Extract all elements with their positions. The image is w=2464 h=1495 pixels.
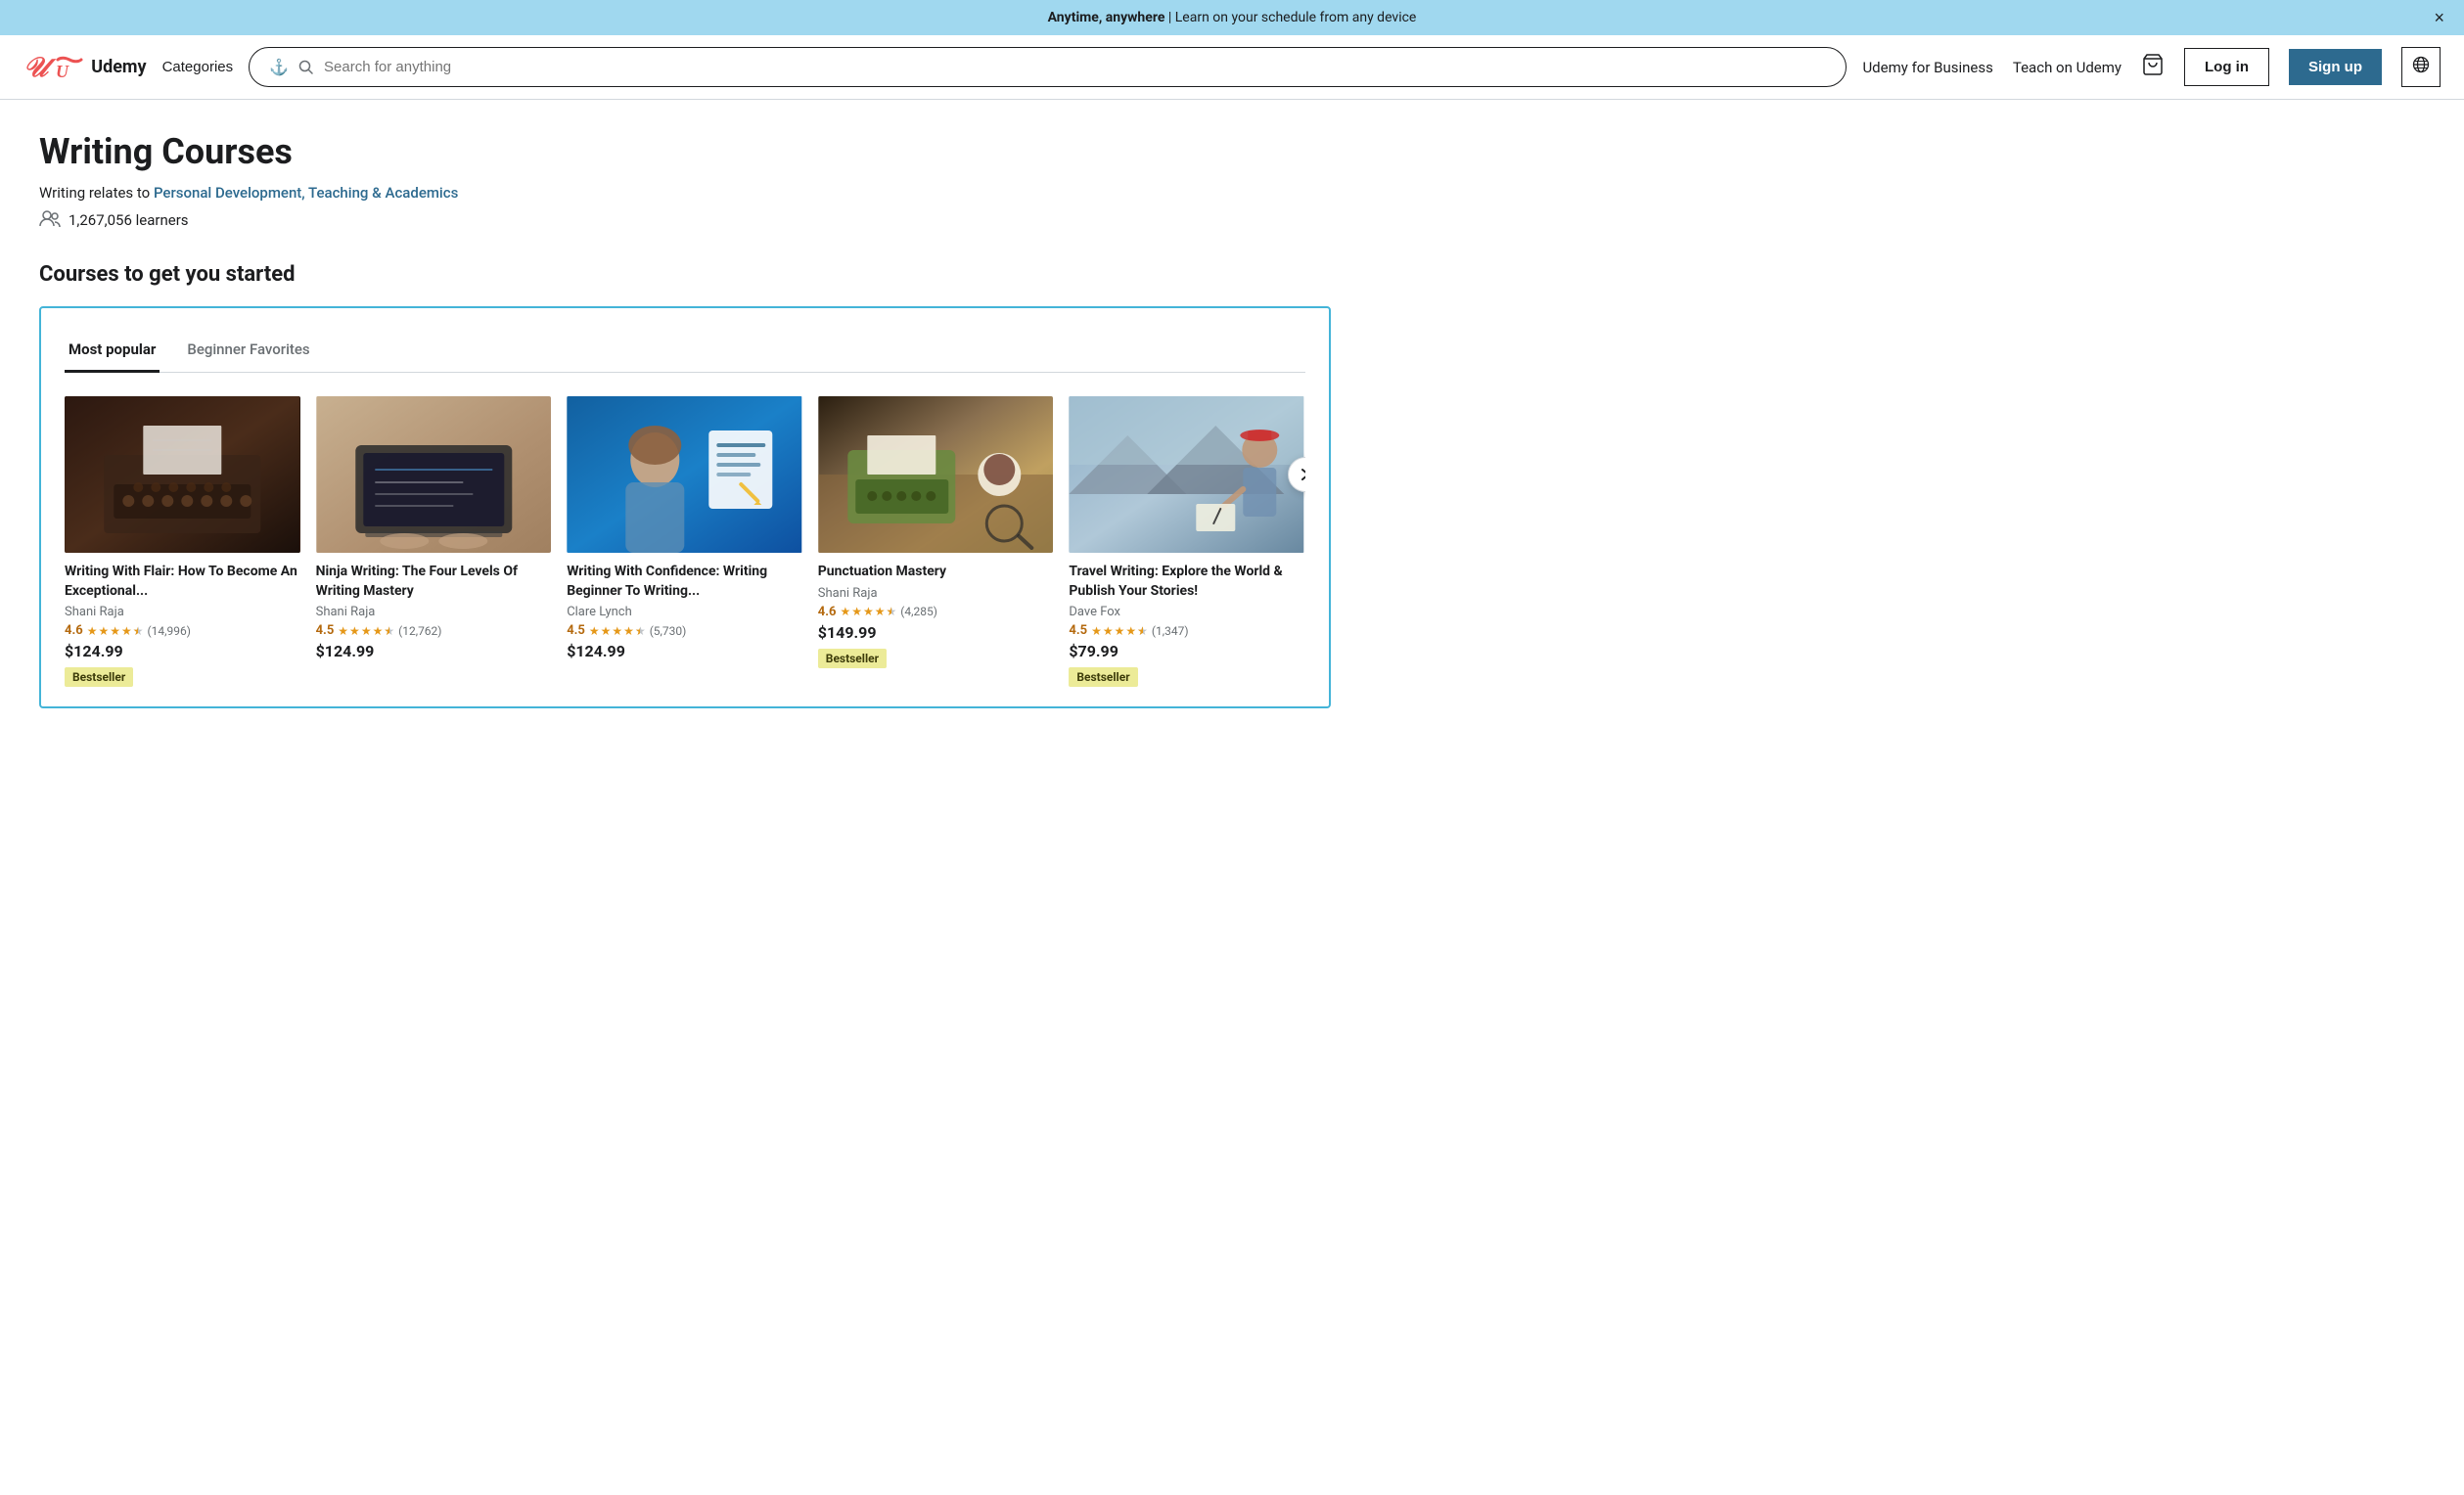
rating-num-5: 4.5 <box>1069 623 1087 638</box>
price-4: $149.99 <box>818 623 1054 642</box>
tab-beginner-favorites[interactable]: Beginner Favorites <box>183 329 313 373</box>
price-2: $124.99 <box>316 642 552 660</box>
logo[interactable]: 𝒰 U Udemy <box>23 52 147 83</box>
course-card-1[interactable]: Writing With Flair: How To Become An Exc… <box>65 396 300 687</box>
course-thumb-4 <box>818 396 1054 553</box>
stars-1: ★★★★★★ <box>87 624 144 638</box>
learners-icon <box>39 209 61 231</box>
rating-row-5: 4.5 ★★★★★★ (1,347) <box>1069 623 1304 638</box>
banner-normal: | Learn on your schedule from any device <box>1168 10 1416 25</box>
search-input[interactable] <box>324 59 1826 75</box>
rating-num-2: 4.5 <box>316 623 335 638</box>
signup-button[interactable]: Sign up <box>2289 49 2382 85</box>
course-title-5: Travel Writing: Explore the World & Publ… <box>1069 563 1304 601</box>
udemy-logo-icon: 𝒰 <box>23 54 48 81</box>
course-title-3: Writing With Confidence: Writing Beginne… <box>567 563 802 601</box>
review-count-5: (1,347) <box>1152 624 1189 638</box>
course-title-1: Writing With Flair: How To Become An Exc… <box>65 563 300 601</box>
banner-bold: Anytime, anywhere <box>1048 10 1165 25</box>
search-icon: ⚓ <box>269 58 289 76</box>
course-thumb-1 <box>65 396 300 553</box>
review-count-3: (5,730) <box>650 624 687 638</box>
stars-5: ★★★★★★ <box>1091 624 1148 638</box>
cart-icon[interactable] <box>2141 53 2165 82</box>
bestseller-badge-1: Bestseller <box>65 667 133 687</box>
banner-text: Anytime, anywhere | Learn on your schedu… <box>1048 10 1417 25</box>
learners-count: 1,267,056 learners <box>68 211 189 229</box>
course-author-2: Shani Raja <box>316 605 552 619</box>
rating-row-3: 4.5 ★★★★★★ (5,730) <box>567 623 802 638</box>
learners-row: 1,267,056 learners <box>39 209 1331 231</box>
rating-row-1: 4.6 ★★★★★★ (14,996) <box>65 623 300 638</box>
stars-4: ★★★★★★ <box>840 605 896 618</box>
courses-grid: Writing With Flair: How To Become An Exc… <box>65 396 1305 687</box>
course-title-4: Punctuation Mastery <box>818 563 1054 582</box>
course-author-3: Clare Lynch <box>567 605 802 619</box>
course-title-2: Ninja Writing: The Four Levels Of Writin… <box>316 563 552 601</box>
announcement-banner: Anytime, anywhere | Learn on your schedu… <box>0 0 2464 35</box>
subtitle-prefix: Writing relates to <box>39 184 154 202</box>
rating-num-1: 4.6 <box>65 623 83 638</box>
course-author-4: Shani Raja <box>818 586 1054 601</box>
tab-most-popular[interactable]: Most popular <box>65 329 160 373</box>
course-author-1: Shani Raja <box>65 605 300 619</box>
udemy-logo-svg: U <box>54 52 85 83</box>
page-title: Writing Courses <box>39 131 1331 172</box>
login-button[interactable]: Log in <box>2184 48 2269 86</box>
stars-3: ★★★★★★ <box>589 624 646 638</box>
svg-text:U: U <box>56 62 69 81</box>
main-content: Writing Courses Writing relates to Perso… <box>0 100 1370 740</box>
price-3: $124.99 <box>567 642 802 660</box>
bestseller-badge-5: Bestseller <box>1069 667 1137 687</box>
course-card-2[interactable]: Ninja Writing: The Four Levels Of Writin… <box>316 396 552 687</box>
language-button[interactable] <box>2401 47 2441 87</box>
header: 𝒰 U Udemy Categories ⚓ Udemy for Busines… <box>0 35 2464 100</box>
course-card-3[interactable]: Writing With Confidence: Writing Beginne… <box>567 396 802 687</box>
search-bar: ⚓ <box>249 47 1847 87</box>
nav-links: Udemy for Business Teach on Udemy Log in… <box>1862 47 2441 87</box>
price-1: $124.99 <box>65 642 300 660</box>
subtitle: Writing relates to Personal Development,… <box>39 184 1331 202</box>
price-5: $79.99 <box>1069 642 1304 660</box>
categories-button[interactable]: Categories <box>162 59 234 75</box>
course-card-5[interactable]: Travel Writing: Explore the World & Publ… <box>1069 396 1304 687</box>
nav-teach[interactable]: Teach on Udemy <box>2013 59 2122 76</box>
course-author-5: Dave Fox <box>1069 605 1304 619</box>
course-card-4[interactable]: Punctuation Mastery Shani Raja 4.6 ★★★★★… <box>818 396 1054 687</box>
rating-row-4: 4.6 ★★★★★★ (4,285) <box>818 605 1054 619</box>
nav-business[interactable]: Udemy for Business <box>1862 59 1992 76</box>
course-thumb-2 <box>316 396 552 553</box>
subtitle-links[interactable]: Personal Development, Teaching & Academi… <box>154 184 458 202</box>
rating-num-3: 4.5 <box>567 623 585 638</box>
courses-container: Most popular Beginner Favorites <box>39 306 1331 708</box>
review-count-2: (12,762) <box>398 624 441 638</box>
section-title: Courses to get you started <box>39 262 1331 287</box>
search-icon-svg <box>298 60 314 75</box>
bestseller-badge-4: Bestseller <box>818 649 887 668</box>
course-thumb-5 <box>1069 396 1304 553</box>
logo-text: Udemy <box>91 57 146 77</box>
rating-num-4: 4.6 <box>818 605 837 619</box>
review-count-4: (4,285) <box>900 605 937 618</box>
rating-row-2: 4.5 ★★★★★★ (12,762) <box>316 623 552 638</box>
tabs: Most popular Beginner Favorites <box>65 328 1305 373</box>
close-banner-button[interactable]: × <box>2434 9 2444 26</box>
course-thumb-3 <box>567 396 802 553</box>
review-count-1: (14,996) <box>148 624 191 638</box>
stars-2: ★★★★★★ <box>338 624 394 638</box>
